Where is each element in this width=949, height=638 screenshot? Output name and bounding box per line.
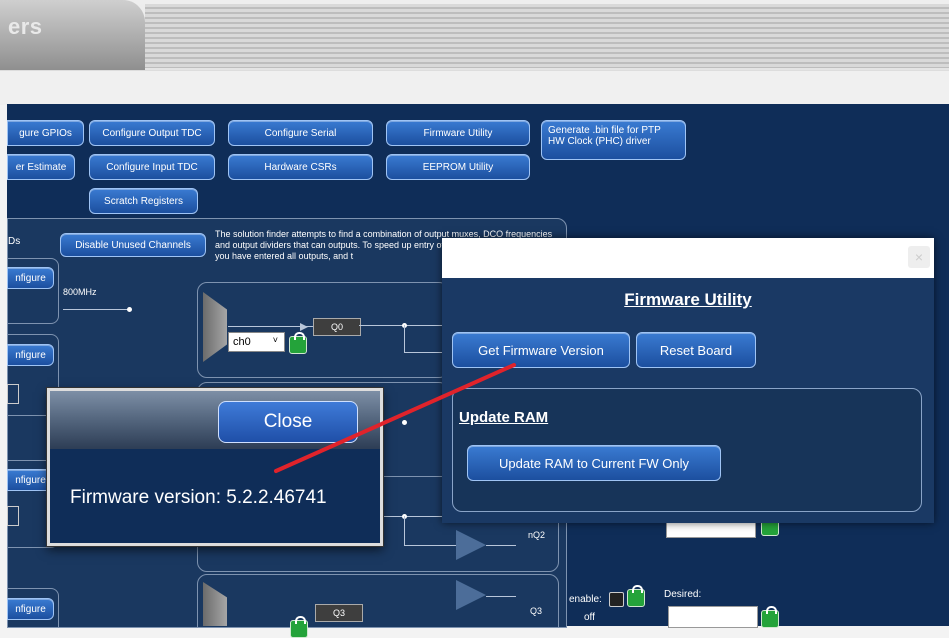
configure-input-tdc-button[interactable]: Configure Input TDC — [89, 154, 215, 180]
nq2-wire — [486, 545, 516, 546]
q0-branch — [404, 325, 405, 353]
desired-label: Desired: — [664, 589, 702, 600]
firmware-version-text: Firmware version: 5.2.2.46741 — [70, 487, 327, 508]
tab-active-label: ers — [8, 14, 43, 39]
arrow-right-icon — [300, 323, 308, 331]
configure-output-tdc-button[interactable]: Configure Output TDC — [89, 120, 215, 146]
row1-dot — [402, 420, 407, 425]
lock-icon[interactable] — [761, 606, 779, 628]
nq2-label: nQ2 — [528, 530, 546, 540]
q0-branch-h — [404, 352, 444, 353]
q0-divider: Q0 — [313, 318, 361, 336]
configure-input-1-button[interactable]: nfigure — [7, 267, 54, 289]
lock-icon[interactable] — [627, 585, 645, 607]
dialog-title: Firmware Utility — [624, 290, 752, 309]
q3-divider: Q3 — [315, 604, 363, 622]
input-2-field[interactable] — [7, 384, 19, 404]
lock-icon[interactable] — [290, 616, 308, 638]
update-ram-panel: Update RAM Update RAM to Current FW Only — [452, 388, 922, 512]
close-button[interactable]: Close — [218, 401, 358, 443]
get-firmware-version-button[interactable]: Get Firmware Version — [452, 332, 630, 368]
q3-wire — [486, 596, 516, 597]
configure-input-4-button[interactable]: nfigure — [7, 598, 54, 620]
update-ram-title: Update RAM — [459, 409, 549, 426]
reset-board-button[interactable]: Reset Board — [636, 332, 756, 368]
configure-gpios-button[interactable]: gure GPIOs — [7, 120, 84, 146]
off-label: off — [584, 612, 595, 623]
channel-select-value: ch0 — [233, 336, 251, 348]
configure-input-2-button[interactable]: nfigure — [7, 344, 54, 366]
channel-row-3 — [197, 574, 559, 628]
freq-wire — [63, 309, 130, 310]
hardware-csrs-button[interactable]: Hardware CSRs — [228, 154, 373, 180]
q0-wire — [359, 325, 443, 326]
desired-input[interactable] — [668, 606, 758, 628]
configure-serial-button[interactable]: Configure Serial — [228, 120, 373, 146]
tab-strip-background — [145, 4, 949, 68]
enable-checkbox[interactable] — [609, 592, 624, 607]
channel-select[interactable]: ch0 ˅ — [228, 332, 285, 352]
desired-input-2[interactable] — [666, 522, 756, 538]
dialog-titlebar: × — [442, 238, 934, 278]
lock-icon[interactable] — [289, 332, 307, 354]
firmware-utility-button[interactable]: Firmware Utility — [386, 120, 530, 146]
enable-label: enable: — [569, 594, 602, 605]
row2-branch-h — [404, 545, 456, 546]
sub-bar — [0, 70, 949, 105]
update-ram-button[interactable]: Update RAM to Current FW Only — [467, 445, 721, 481]
chevron-down-icon: ˅ — [272, 335, 278, 345]
freq-wire-dot — [127, 307, 132, 312]
close-icon[interactable]: × — [908, 246, 930, 268]
firmware-utility-dialog: × Firmware Utility Get Firmware Version … — [442, 238, 934, 523]
generate-bin-button[interactable]: Generate .bin file for PTP HW Clock (PHC… — [541, 120, 686, 160]
tab-active[interactable]: ers — [0, 0, 145, 70]
disable-unused-channels-button[interactable]: Disable Unused Channels — [60, 233, 206, 257]
power-estimate-button[interactable]: er Estimate — [7, 154, 75, 180]
row2-wire — [378, 516, 444, 517]
frequency-label: 800MHz — [63, 287, 97, 297]
input-3-field[interactable] — [7, 506, 19, 526]
popup-header: Close — [50, 391, 380, 449]
eeprom-utility-button[interactable]: EEPROM Utility — [386, 154, 530, 180]
scratch-registers-button[interactable]: Scratch Registers — [89, 188, 198, 214]
q3-output-label: Q3 — [530, 606, 543, 616]
row2-branch — [404, 516, 405, 546]
firmware-version-popup: Close Firmware version: 5.2.2.46741 — [47, 388, 383, 546]
outputs-label: Ds — [8, 236, 21, 247]
